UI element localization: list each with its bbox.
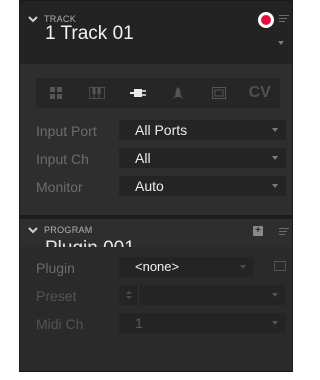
input-port-select[interactable]: All Ports <box>119 120 286 140</box>
program-section-toggle[interactable]: PROGRAM <box>28 225 93 235</box>
chevron-down-icon <box>272 128 278 132</box>
midi-channel-label: Midi Ch <box>36 316 84 332</box>
track-menu-icon[interactable] <box>279 15 289 23</box>
input-channel-select[interactable]: All <box>119 148 286 168</box>
plugin-label: Plugin <box>36 260 75 276</box>
plugin-row: Plugin <none> <box>20 257 292 279</box>
tab-screen[interactable] <box>199 78 240 108</box>
monitor-label: Monitor <box>36 179 83 195</box>
track-name-dropdown-icon[interactable] <box>278 41 284 45</box>
stepper-down-icon <box>125 296 132 299</box>
preset-label: Preset <box>36 288 77 304</box>
tab-grid[interactable] <box>36 78 77 108</box>
plug-icon <box>129 89 146 97</box>
chevron-down-icon <box>240 265 246 269</box>
tab-cv[interactable]: CV <box>239 78 280 108</box>
chevron-down-icon <box>28 227 38 234</box>
program-menu-icon[interactable] <box>279 228 289 236</box>
track-name[interactable]: 1 Track 01 <box>45 23 134 45</box>
piano-keys-icon <box>89 87 105 99</box>
midi-channel-row: Midi Ch 1 <box>20 313 292 335</box>
monitor-value: Auto <box>135 178 164 194</box>
input-port-value: All Ports <box>135 122 188 138</box>
screen-icon <box>212 87 227 99</box>
chevron-down-icon <box>272 293 278 297</box>
rocket-icon <box>173 87 184 99</box>
preset-stepper[interactable] <box>119 285 139 305</box>
plus-icon: + <box>255 225 261 236</box>
chevron-down-icon <box>272 184 278 188</box>
tab-rocket[interactable] <box>158 78 199 108</box>
record-icon <box>261 15 271 25</box>
program-section-label: PROGRAM <box>44 225 93 235</box>
chevron-down-icon <box>272 156 278 160</box>
input-channel-row: Input Ch All <box>20 148 292 170</box>
midi-channel-select[interactable]: 1 <box>119 313 286 333</box>
input-channel-value: All <box>135 150 151 166</box>
input-channel-label: Input Ch <box>36 151 89 167</box>
track-header: TRACK 1 Track 01 <box>20 1 292 64</box>
monitor-select[interactable]: Auto <box>119 176 286 196</box>
stepper-up-icon <box>125 291 132 294</box>
preset-row: Preset <box>20 285 292 307</box>
plugin-value: <none> <box>135 259 180 274</box>
input-port-label: Input Port <box>36 123 97 139</box>
input-port-row: Input Port All Ports <box>20 120 292 142</box>
track-mode-tabs: CV <box>36 78 280 108</box>
plugin-select[interactable]: <none> <box>119 257 254 277</box>
grid-icon <box>50 87 63 99</box>
program-body: Plugin <none> Preset Midi Ch 1 <box>20 247 292 371</box>
chevron-down-icon <box>272 321 278 325</box>
track-inspector-panel: TRACK 1 Track 01 CV Input Port All Ports <box>19 0 293 372</box>
add-program-button[interactable]: + <box>253 226 263 236</box>
open-plugin-window-icon[interactable] <box>274 261 286 271</box>
monitor-row: Monitor Auto <box>20 176 292 198</box>
record-arm-button[interactable] <box>258 12 274 28</box>
preset-select[interactable] <box>119 285 286 305</box>
tab-keys[interactable] <box>77 78 118 108</box>
chevron-down-icon <box>28 16 38 23</box>
midi-channel-value: 1 <box>135 315 143 331</box>
tab-audio[interactable] <box>117 78 158 108</box>
